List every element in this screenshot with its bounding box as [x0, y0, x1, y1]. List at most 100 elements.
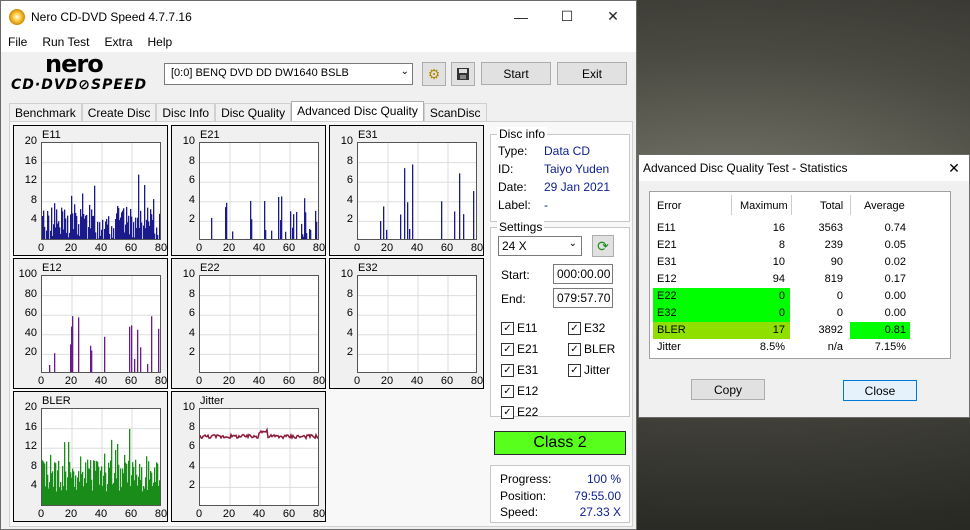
end-label: End: — [501, 292, 526, 306]
bar — [400, 214, 402, 239]
bar — [160, 221, 161, 240]
tab-panel: E11 4 8 12 16 20 0 20 40 60 80 E21 2 4 6 8 10 0 20 40 60 80 E3… — [9, 121, 633, 527]
checkbox-e11[interactable]: ✓ E11 — [501, 321, 537, 335]
checkbox-label: E31 — [517, 363, 539, 377]
tab-advanced-disc-quality[interactable]: Advanced Disc Quality — [291, 101, 424, 123]
bar — [306, 233, 308, 239]
x-tick-label: 20 — [222, 242, 236, 254]
plot-area — [41, 142, 161, 240]
refresh-speed-button[interactable]: ⟳ — [592, 235, 614, 257]
bar — [94, 185, 96, 239]
drive-select[interactable]: [0:0] BENQ DVD DD DW1640 BSLB ⌄ — [164, 63, 413, 85]
y-tick-label: 4 — [188, 459, 195, 472]
checkbox-label: E32 — [584, 321, 606, 335]
checkbox-e22[interactable]: ✓ E22 — [501, 405, 538, 419]
save-button[interactable] — [451, 62, 475, 86]
end-input[interactable]: 079:57.70 — [553, 288, 613, 308]
x-tick-label: 80 — [154, 375, 168, 387]
x-tick-label: 0 — [353, 242, 361, 254]
cell-max: 8 — [778, 239, 785, 251]
exit-button[interactable]: Exit — [557, 62, 627, 85]
tab-benchmark[interactable]: Benchmark — [9, 103, 82, 123]
x-tick-label: 80 — [312, 375, 326, 387]
chart-title-bler: BLER — [42, 395, 71, 407]
tab-disc-quality[interactable]: Disc Quality — [215, 103, 292, 123]
y-tick-label: 8 — [188, 154, 195, 167]
x-tick-label: 0 — [37, 242, 45, 254]
y-tick-label: 20 — [24, 346, 37, 359]
date-label: Date: — [498, 180, 527, 194]
chart-e22: E22 2 4 6 8 10 0 20 40 60 80 — [171, 258, 326, 389]
x-tick-label: 20 — [380, 375, 394, 387]
bar — [459, 173, 461, 239]
cell-total: 3563 — [818, 222, 843, 234]
cell-max: 0 — [778, 290, 785, 302]
bar — [158, 328, 160, 372]
chart-title-e21: E21 — [200, 129, 220, 141]
cell-error: E32 — [657, 307, 677, 319]
y-tick-label: 4 — [30, 213, 37, 226]
id-value: Taiyo Yuden — [544, 162, 610, 176]
minimize-button[interactable]: — — [498, 1, 544, 32]
bar — [102, 219, 104, 239]
copy-button[interactable]: Copy — [691, 379, 765, 400]
menu-file[interactable]: File — [1, 35, 35, 49]
checkbox-e21[interactable]: ✓ E21 — [501, 342, 538, 356]
bar — [131, 325, 133, 372]
stats-close-icon[interactable]: ✕ — [939, 160, 969, 177]
y-tick-label: 10 — [340, 135, 353, 147]
bar — [251, 219, 253, 239]
bar — [147, 364, 149, 372]
cell-error: E31 — [657, 256, 677, 268]
disc-info-group: Disc info Type: Data CD ID: Taiyo Yuden … — [490, 127, 630, 222]
bar — [412, 164, 414, 239]
tab-disc-info[interactable]: Disc Info — [156, 103, 216, 123]
plot-area — [199, 408, 319, 506]
cell-error: E21 — [657, 239, 677, 251]
bar — [159, 480, 160, 505]
cell-max: 0 — [778, 307, 785, 319]
header-total: Total — [820, 200, 844, 212]
checkbox-label: E11 — [517, 321, 538, 335]
bar — [232, 231, 234, 239]
chart-bler: BLER 4 8 12 16 20 0 20 40 60 80 — [13, 391, 168, 522]
cell-avg: 0.05 — [884, 239, 906, 251]
speed-select[interactable]: 24 X ⌄ — [498, 236, 582, 256]
cell-max: 16 — [772, 222, 785, 234]
menu-help[interactable]: Help — [141, 35, 181, 49]
cell-total: n/a — [827, 341, 843, 353]
cell-total: 3892 — [818, 324, 843, 336]
checkbox-e12[interactable]: ✓ E12 — [501, 384, 538, 398]
cell-error: Jitter — [657, 341, 681, 353]
menu-run-test[interactable]: Run Test — [35, 35, 97, 49]
tab-scandisc[interactable]: ScanDisc — [423, 103, 487, 123]
start-button[interactable]: Start — [481, 62, 551, 85]
start-input[interactable]: 000:00.00 — [553, 264, 613, 284]
bar — [51, 207, 53, 239]
cell-total: 239 — [824, 239, 843, 251]
stats-close-button[interactable]: Close — [843, 380, 917, 401]
y-tick-label: 8 — [30, 193, 37, 206]
stats-row-e11: E11 16 3563 0.74 — [650, 220, 950, 237]
close-button[interactable]: ✕ — [590, 1, 636, 32]
y-tick-label: 6 — [188, 307, 195, 320]
speed-label: Speed: — [500, 505, 539, 519]
cell-max: 17 — [772, 324, 785, 336]
x-tick-label: 0 — [353, 375, 361, 387]
checkbox-e31[interactable]: ✓ E31 — [501, 363, 538, 377]
cell-avg: 0.81 — [884, 324, 906, 336]
bar — [72, 316, 74, 372]
checkbox-bler[interactable]: ✓ BLER — [568, 342, 615, 356]
chevron-down-icon: ⌄ — [568, 238, 577, 249]
checkbox-jitter[interactable]: ✓ Jitter — [568, 363, 610, 377]
bar — [265, 230, 267, 239]
drive-info-button[interactable]: ⚙ — [422, 62, 446, 86]
nero-logo: nero — [45, 50, 104, 78]
bar — [45, 239, 46, 240]
checkbox-e32[interactable]: ✓ E32 — [568, 321, 605, 335]
menu-extra[interactable]: Extra — [97, 35, 140, 49]
tab-create-disc[interactable]: Create Disc — [81, 103, 157, 123]
plot-area — [357, 275, 477, 373]
bar — [293, 214, 295, 239]
maximize-button[interactable]: ☐ — [544, 1, 590, 32]
